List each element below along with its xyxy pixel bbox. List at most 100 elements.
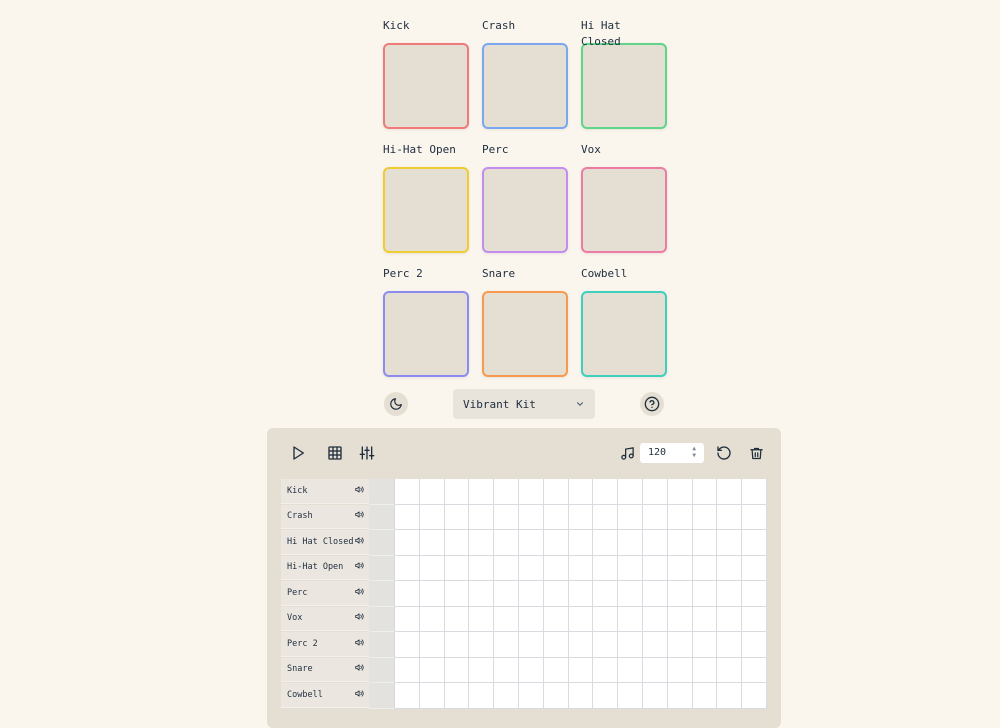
step-cell[interactable] xyxy=(618,606,643,632)
step-cell[interactable] xyxy=(469,632,495,658)
step-cell[interactable] xyxy=(593,606,619,632)
volume-icon[interactable] xyxy=(355,510,364,522)
step-cell[interactable] xyxy=(667,683,693,709)
volume-icon[interactable] xyxy=(355,536,364,548)
step-cell[interactable] xyxy=(692,555,718,581)
step-cell[interactable] xyxy=(568,657,594,683)
step-cell[interactable] xyxy=(593,632,619,658)
step-cell[interactable] xyxy=(717,555,743,581)
step-cell[interactable] xyxy=(543,606,569,632)
step-cell[interactable] xyxy=(395,683,420,709)
step-cell[interactable] xyxy=(742,581,767,607)
play-button[interactable] xyxy=(289,444,307,462)
help-button[interactable] xyxy=(640,392,664,416)
step-cell[interactable] xyxy=(395,632,420,658)
theme-toggle-button[interactable] xyxy=(384,392,408,416)
volume-icon[interactable] xyxy=(355,561,364,573)
step-cell[interactable] xyxy=(717,530,743,556)
step-cell[interactable] xyxy=(419,479,445,505)
pad-hi-hat-open[interactable] xyxy=(383,167,469,253)
step-cell[interactable] xyxy=(667,657,693,683)
step-cell[interactable] xyxy=(568,683,594,709)
step-cell[interactable] xyxy=(518,683,544,709)
step-cell[interactable] xyxy=(518,479,544,505)
step-cell[interactable] xyxy=(369,581,395,607)
pad-perc-2[interactable] xyxy=(383,291,469,377)
step-cell[interactable] xyxy=(642,657,668,683)
step-cell[interactable] xyxy=(369,657,395,683)
step-cell[interactable] xyxy=(469,530,495,556)
step-cell[interactable] xyxy=(642,479,668,505)
step-cell[interactable] xyxy=(494,606,519,632)
step-cell[interactable] xyxy=(618,479,643,505)
step-cell[interactable] xyxy=(395,657,420,683)
step-cell[interactable] xyxy=(742,657,767,683)
step-cell[interactable] xyxy=(618,657,643,683)
step-cell[interactable] xyxy=(419,606,445,632)
step-cell[interactable] xyxy=(518,606,544,632)
step-cell[interactable] xyxy=(618,632,643,658)
step-cell[interactable] xyxy=(518,632,544,658)
step-cell[interactable] xyxy=(667,555,693,581)
step-cell[interactable] xyxy=(395,606,420,632)
pad-hi-hat-closed[interactable] xyxy=(581,43,667,129)
step-cell[interactable] xyxy=(518,657,544,683)
step-cell[interactable] xyxy=(742,530,767,556)
step-cell[interactable] xyxy=(568,632,594,658)
track-label[interactable]: Hi Hat Closed xyxy=(281,530,369,555)
step-cell[interactable] xyxy=(543,479,569,505)
track-label[interactable]: Perc xyxy=(281,581,369,606)
step-cell[interactable] xyxy=(469,479,495,505)
step-cell[interactable] xyxy=(518,504,544,530)
step-cell[interactable] xyxy=(642,581,668,607)
step-cell[interactable] xyxy=(717,581,743,607)
step-cell[interactable] xyxy=(742,683,767,709)
step-cell[interactable] xyxy=(395,479,420,505)
step-cell[interactable] xyxy=(518,581,544,607)
step-cell[interactable] xyxy=(444,504,470,530)
step-cell[interactable] xyxy=(494,657,519,683)
step-cell[interactable] xyxy=(469,555,495,581)
step-cell[interactable] xyxy=(469,504,495,530)
step-cell[interactable] xyxy=(618,581,643,607)
volume-icon[interactable] xyxy=(355,663,364,675)
step-cell[interactable] xyxy=(543,581,569,607)
volume-icon[interactable] xyxy=(355,587,364,599)
step-cell[interactable] xyxy=(444,555,470,581)
step-cell[interactable] xyxy=(568,479,594,505)
pad-crash[interactable] xyxy=(482,43,568,129)
step-cell[interactable] xyxy=(742,606,767,632)
pad-snare[interactable] xyxy=(482,291,568,377)
step-cell[interactable] xyxy=(369,530,395,556)
step-cell[interactable] xyxy=(419,555,445,581)
step-cell[interactable] xyxy=(667,504,693,530)
step-cell[interactable] xyxy=(593,581,619,607)
step-cell[interactable] xyxy=(419,683,445,709)
step-cell[interactable] xyxy=(518,555,544,581)
step-cell[interactable] xyxy=(667,632,693,658)
step-cell[interactable] xyxy=(642,683,668,709)
step-cell[interactable] xyxy=(717,683,743,709)
step-cell[interactable] xyxy=(369,632,395,658)
step-cell[interactable] xyxy=(667,530,693,556)
step-cell[interactable] xyxy=(742,555,767,581)
step-cell[interactable] xyxy=(444,683,470,709)
step-cell[interactable] xyxy=(494,555,519,581)
step-cell[interactable] xyxy=(518,530,544,556)
step-cell[interactable] xyxy=(642,632,668,658)
step-cell[interactable] xyxy=(742,504,767,530)
mixer-button[interactable] xyxy=(358,444,376,462)
pad-perc[interactable] xyxy=(482,167,568,253)
reset-button[interactable] xyxy=(715,444,733,462)
step-cell[interactable] xyxy=(593,657,619,683)
step-cell[interactable] xyxy=(742,632,767,658)
step-cell[interactable] xyxy=(692,530,718,556)
step-cell[interactable] xyxy=(469,657,495,683)
pad-kick[interactable] xyxy=(383,43,469,129)
step-cell[interactable] xyxy=(618,683,643,709)
volume-icon[interactable] xyxy=(355,638,364,650)
step-cell[interactable] xyxy=(469,683,495,709)
step-cell[interactable] xyxy=(494,581,519,607)
step-cell[interactable] xyxy=(692,581,718,607)
track-label[interactable]: Perc 2 xyxy=(281,632,369,657)
